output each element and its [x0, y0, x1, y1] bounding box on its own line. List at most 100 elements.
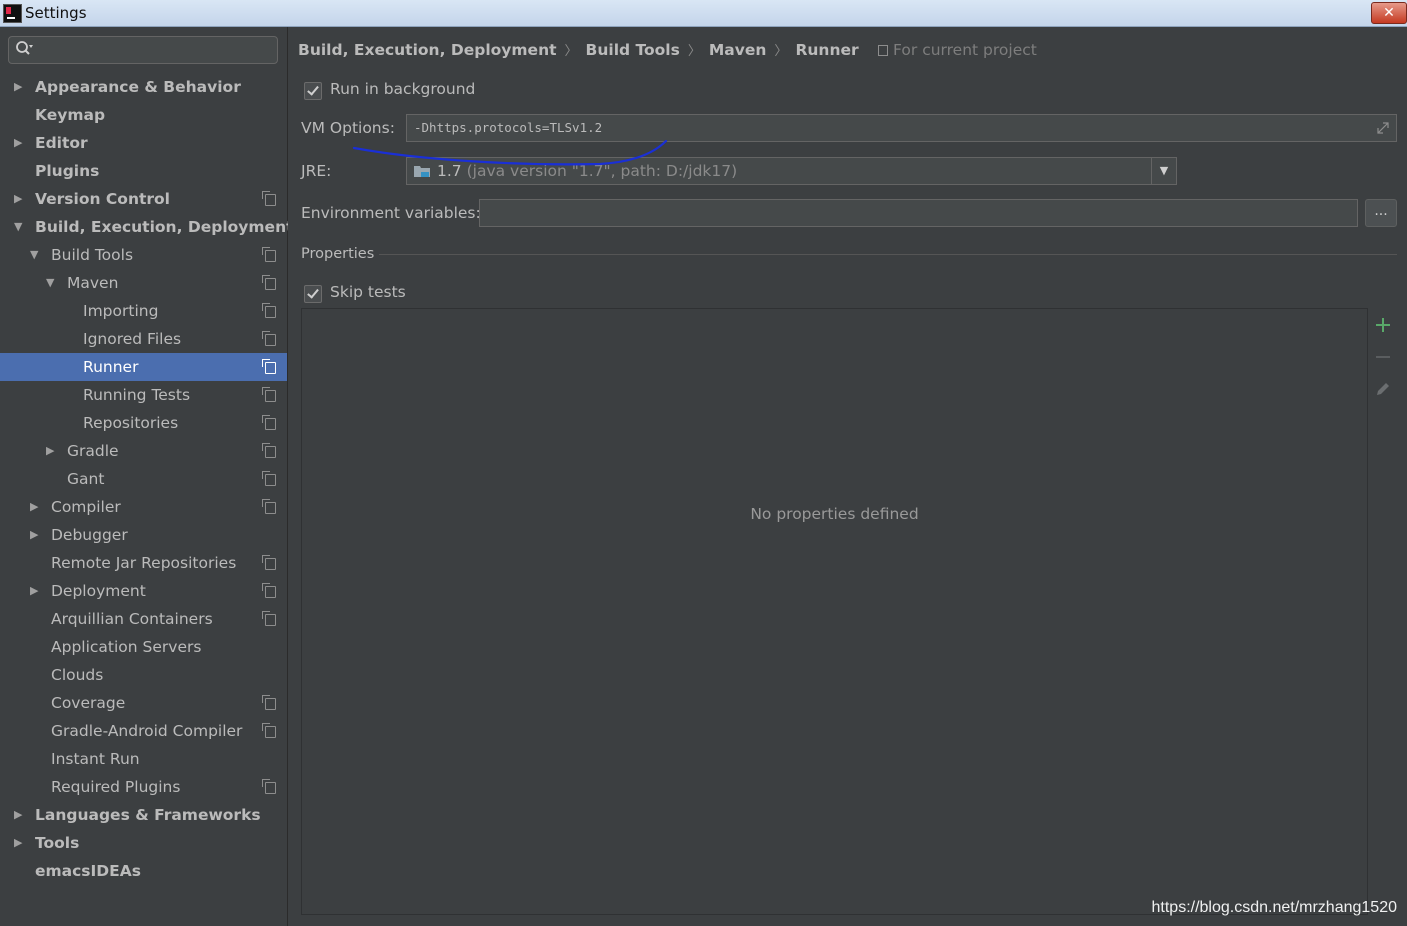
- breadcrumb-item-build-tools: Build Tools: [585, 41, 680, 59]
- sidebar-item-running-tests[interactable]: Running Tests: [0, 381, 287, 409]
- skip-tests-label: Skip tests: [330, 283, 406, 301]
- sidebar-item-editor[interactable]: ▶ Editor: [0, 129, 287, 157]
- sidebar-item-label: Maven: [67, 274, 119, 292]
- sidebar-item-instant-run[interactable]: Instant Run: [0, 745, 287, 773]
- project-level-icon: [262, 499, 276, 514]
- sidebar-item-application-servers[interactable]: Application Servers: [0, 633, 287, 661]
- sidebar-item-label: emacsIDEAs: [35, 862, 141, 880]
- expanded-arrow-icon[interactable]: ▼: [30, 241, 42, 269]
- sidebar-item-label: Editor: [35, 134, 88, 152]
- collapsed-arrow-icon[interactable]: ▶: [30, 493, 42, 521]
- sidebar-item-plugins[interactable]: Plugins: [0, 157, 287, 185]
- sidebar-item-maven[interactable]: ▼ Maven: [0, 269, 287, 297]
- window-titlebar: Settings ✕: [0, 0, 1407, 27]
- sidebar-item-label: Debugger: [51, 526, 128, 544]
- collapsed-arrow-icon[interactable]: ▶: [30, 521, 42, 549]
- sidebar-item-emacsideas[interactable]: emacsIDEAs: [0, 857, 287, 885]
- sidebar-item-keymap[interactable]: Keymap: [0, 101, 287, 129]
- project-level-icon: [262, 191, 276, 206]
- sidebar-item-label: Importing: [83, 302, 159, 320]
- properties-table[interactable]: No properties defined: [301, 308, 1368, 915]
- sidebar-item-label: Gradle-Android Compiler: [51, 722, 243, 740]
- watermark: https://blog.csdn.net/mrzhang1520: [1151, 899, 1398, 916]
- sidebar-item-remote-jar-repositories[interactable]: Remote Jar Repositories: [0, 549, 287, 577]
- sidebar-item-gradle-android-compiler[interactable]: Gradle-Android Compiler: [0, 717, 287, 745]
- properties-section-title: Properties: [301, 246, 375, 262]
- sidebar-item-clouds[interactable]: Clouds: [0, 661, 287, 689]
- sidebar-item-build-tools[interactable]: ▼ Build Tools: [0, 241, 287, 269]
- project-level-icon: [262, 611, 276, 626]
- breadcrumb: Build, Execution, Deployment 〉 Build Tools…: [298, 40, 1037, 59]
- search-input[interactable]: [8, 36, 278, 64]
- sidebar-item-label: Instant Run: [51, 750, 140, 768]
- sidebar-item-label: Version Control: [35, 190, 170, 208]
- sidebar-item-runner[interactable]: Runner: [0, 353, 287, 381]
- sidebar-item-arquillian-containers[interactable]: Arquillian Containers: [0, 605, 287, 633]
- sidebar-item-coverage[interactable]: Coverage: [0, 689, 287, 717]
- skip-tests-checkbox[interactable]: [304, 285, 322, 303]
- collapsed-arrow-icon[interactable]: ▶: [14, 185, 26, 213]
- search-icon: [16, 41, 33, 55]
- project-level-icon: [262, 247, 276, 262]
- sidebar-item-gradle[interactable]: ▶ Gradle: [0, 437, 287, 465]
- collapsed-arrow-icon[interactable]: ▶: [14, 129, 26, 157]
- sidebar-item-repositories[interactable]: Repositories: [0, 409, 287, 437]
- sidebar-item-required-plugins[interactable]: Required Plugins: [0, 773, 287, 801]
- intellij-app-icon: [3, 4, 22, 23]
- edit-environment-variables-button[interactable]: ...: [1365, 199, 1397, 227]
- collapsed-arrow-icon[interactable]: ▶: [30, 577, 42, 605]
- section-divider: [379, 254, 1397, 255]
- breadcrumb-separator: 〉: [774, 44, 788, 59]
- project-level-icon: [262, 555, 276, 570]
- project-level-icon: [262, 303, 276, 318]
- collapsed-arrow-icon[interactable]: ▶: [14, 73, 26, 101]
- add-icon[interactable]: [1374, 316, 1392, 334]
- run-in-background-checkbox[interactable]: [304, 82, 322, 100]
- sidebar-item-build-execution-deployment[interactable]: ▼ Build, Execution, Deployment: [0, 213, 294, 241]
- sidebar-item-gant[interactable]: Gant: [0, 465, 287, 493]
- environment-variables-label: Environment variables:: [301, 204, 481, 222]
- sidebar-item-label: Application Servers: [51, 638, 202, 656]
- jre-select[interactable]: 1.7 (java version "1.7", path: D:/jdk17)…: [406, 157, 1177, 185]
- edit-pencil-icon[interactable]: [1374, 380, 1392, 398]
- project-level-icon: [262, 583, 276, 598]
- sidebar-item-version-control[interactable]: ▶ Version Control: [0, 185, 287, 213]
- breadcrumb-item-runner: Runner: [795, 41, 859, 59]
- sidebar-item-label: Deployment: [51, 582, 146, 600]
- sidebar-item-deployment[interactable]: ▶ Deployment: [0, 577, 287, 605]
- collapsed-arrow-icon[interactable]: ▶: [14, 801, 26, 829]
- vm-options-field[interactable]: -Dhttps.protocols=TLSv1.2: [406, 114, 1397, 142]
- sidebar-item-ignored-files[interactable]: Ignored Files: [0, 325, 287, 353]
- expand-icon[interactable]: [1376, 121, 1390, 135]
- sidebar-item-label: Gradle: [67, 442, 119, 460]
- sidebar-item-debugger[interactable]: ▶ Debugger: [0, 521, 287, 549]
- sidebar-item-label: Compiler: [51, 498, 121, 516]
- collapsed-arrow-icon[interactable]: ▶: [46, 437, 58, 465]
- vm-options-value: -Dhttps.protocols=TLSv1.2: [414, 120, 603, 135]
- collapsed-arrow-icon[interactable]: ▶: [14, 829, 26, 857]
- project-level-icon: [262, 443, 276, 458]
- expanded-arrow-icon[interactable]: ▼: [14, 213, 26, 241]
- jdk-folder-icon: [414, 166, 430, 177]
- close-button[interactable]: ✕: [1371, 2, 1407, 24]
- sidebar-item-importing[interactable]: Importing: [0, 297, 287, 325]
- sidebar-item-label: Tools: [35, 834, 80, 852]
- breadcrumb-separator: 〉: [687, 44, 701, 59]
- sidebar-item-languages-frameworks[interactable]: ▶ Languages & Frameworks: [0, 801, 287, 829]
- project-level-icon: [262, 359, 276, 374]
- jre-dropdown-button[interactable]: ▼: [1151, 158, 1176, 184]
- jre-version: 1.7: [437, 162, 462, 180]
- sidebar-item-tools[interactable]: ▶ Tools: [0, 829, 287, 857]
- properties-toolbar: [1367, 308, 1397, 913]
- project-level-icon: [262, 695, 276, 710]
- sidebar-item-label: Keymap: [35, 106, 106, 124]
- sidebar-item-label: Clouds: [51, 666, 104, 684]
- expanded-arrow-icon[interactable]: ▼: [46, 269, 58, 297]
- sidebar-item-compiler[interactable]: ▶ Compiler: [0, 493, 287, 521]
- remove-icon[interactable]: [1374, 348, 1392, 366]
- run-in-background-label: Run in background: [330, 80, 476, 98]
- sidebar-item-appearance-behavior[interactable]: ▶ Appearance & Behavior: [0, 73, 287, 101]
- environment-variables-field[interactable]: [479, 199, 1358, 227]
- jre-label: JRE:: [301, 162, 332, 180]
- sidebar-item-label: Plugins: [35, 162, 100, 180]
